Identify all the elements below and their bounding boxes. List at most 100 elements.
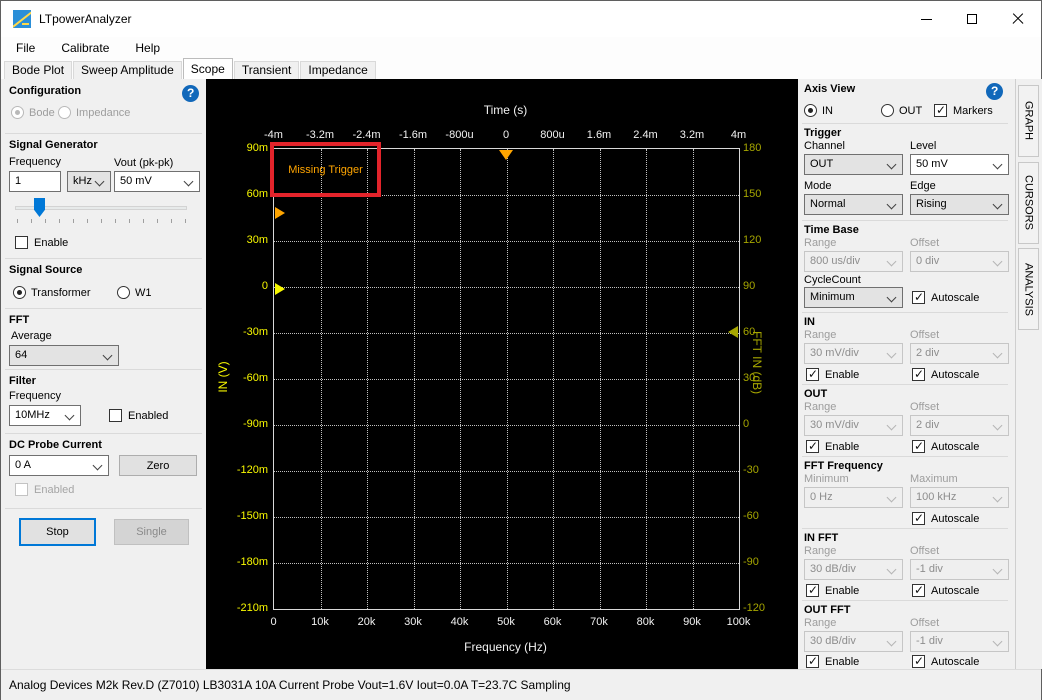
stop-button[interactable]: Stop bbox=[19, 518, 96, 546]
trigger-time-marker[interactable] bbox=[499, 150, 513, 160]
divider bbox=[802, 312, 1008, 313]
side-tab-column: GRAPH CURSORS ANALYSIS bbox=[1015, 79, 1042, 669]
frequency-tick-label: 70k bbox=[590, 616, 608, 628]
maximize-button[interactable] bbox=[949, 1, 995, 37]
menu-item-file[interactable]: File bbox=[16, 41, 35, 55]
radio-axis-out[interactable]: OUT bbox=[881, 104, 922, 117]
minimize-button[interactable] bbox=[903, 1, 949, 37]
in-fft-autoscale-checkbox[interactable]: Autoscale bbox=[912, 584, 979, 597]
tab-transient[interactable]: Transient bbox=[234, 61, 300, 79]
grid-line bbox=[600, 149, 601, 609]
menu-item-help[interactable]: Help bbox=[135, 41, 160, 55]
dc-probe-current-select[interactable]: 0 A bbox=[9, 455, 109, 476]
radio-impedance-circle bbox=[58, 106, 71, 119]
frequency-label: Frequency bbox=[9, 156, 61, 168]
in-enable-checkbox[interactable]: Enable bbox=[806, 368, 859, 381]
configuration-help-icon[interactable] bbox=[182, 85, 199, 102]
radio-w1-label: W1 bbox=[135, 287, 152, 299]
markers-checkbox[interactable]: Markers bbox=[934, 104, 993, 117]
in-fft-enable-checkbox[interactable]: Enable bbox=[806, 584, 859, 597]
vout-select[interactable]: 50 mV bbox=[114, 171, 200, 192]
radio-transformer[interactable]: Transformer bbox=[13, 286, 91, 299]
fft-frequency-autoscale-checkbox[interactable]: Autoscale bbox=[912, 512, 979, 525]
chevron-down-icon bbox=[887, 637, 897, 647]
side-tab-analysis[interactable]: ANALYSIS bbox=[1018, 248, 1039, 330]
fft-tick-label: 180 bbox=[743, 142, 761, 154]
offset-label: Offset bbox=[910, 237, 939, 249]
in-tick-label: 0 bbox=[210, 280, 268, 292]
frequency-tick-label: 10k bbox=[311, 616, 329, 628]
divider bbox=[802, 123, 1008, 124]
time-tick-label: 800u bbox=[540, 129, 564, 141]
scope-plot[interactable]: Time (s) Frequency (Hz) IN (V) FFT IN (d… bbox=[206, 79, 798, 669]
side-tab-graph[interactable]: GRAPH bbox=[1018, 85, 1039, 157]
trigger-level-select[interactable]: 50 mV bbox=[910, 154, 1009, 175]
frequency-tick-label: 40k bbox=[451, 616, 469, 628]
radio-w1[interactable]: W1 bbox=[117, 286, 152, 299]
close-button[interactable] bbox=[995, 1, 1041, 37]
frequency-input[interactable]: 1 bbox=[9, 171, 61, 192]
trigger-edge-select[interactable]: Rising bbox=[910, 194, 1009, 215]
trigger-mode-select[interactable]: Normal bbox=[804, 194, 903, 215]
radio-impedance[interactable]: Impedance bbox=[58, 106, 130, 119]
chevron-down-icon bbox=[887, 257, 897, 267]
tab-bode-plot[interactable]: Bode Plot bbox=[4, 61, 72, 79]
zero-button[interactable]: Zero bbox=[119, 455, 197, 476]
side-tab-cursors[interactable]: CURSORS bbox=[1018, 162, 1039, 244]
fft-heading: FFT bbox=[9, 314, 29, 326]
out-enable-checkbox[interactable]: Enable bbox=[806, 440, 859, 453]
range-label: Range bbox=[804, 237, 836, 249]
chevron-down-icon bbox=[993, 421, 1003, 431]
menu-item-calibrate[interactable]: Calibrate bbox=[61, 41, 109, 55]
radio-bode[interactable]: Bode bbox=[11, 106, 55, 119]
fft-offset-marker[interactable] bbox=[728, 326, 738, 338]
out-range-select: 30 mV/div bbox=[804, 415, 903, 436]
single-button: Single bbox=[114, 519, 189, 545]
radio-in-label: IN bbox=[822, 105, 833, 117]
checkbox-box bbox=[912, 291, 925, 304]
radio-bode-label: Bode bbox=[29, 107, 55, 119]
checkbox-box bbox=[912, 440, 925, 453]
chevron-down-icon bbox=[887, 349, 897, 359]
trigger-level-marker[interactable] bbox=[275, 207, 285, 219]
filter-frequency-select[interactable]: 10MHz bbox=[9, 405, 81, 426]
time-base-heading: Time Base bbox=[804, 224, 859, 236]
in-autoscale-checkbox[interactable]: Autoscale bbox=[912, 368, 979, 381]
filter-enabled-checkbox[interactable]: Enabled bbox=[109, 409, 168, 422]
fft-min-select: 0 Hz bbox=[804, 487, 903, 508]
time-tick-label: 2.4m bbox=[633, 129, 657, 141]
checkbox-label: Enable bbox=[825, 369, 859, 381]
frequency-unit-select[interactable]: kHz bbox=[67, 171, 111, 192]
out-autoscale-checkbox[interactable]: Autoscale bbox=[912, 440, 979, 453]
frequency-slider-thumb[interactable] bbox=[34, 198, 45, 217]
fft-tick-label: -30 bbox=[743, 464, 759, 476]
fft-average-select[interactable]: 64 bbox=[9, 345, 119, 366]
checkbox-label: Enabled bbox=[128, 410, 168, 422]
chevron-down-icon bbox=[887, 200, 897, 210]
chevron-down-icon bbox=[887, 160, 897, 170]
in-zero-marker[interactable] bbox=[275, 283, 285, 295]
in-fft-range-select: 30 dB/div bbox=[804, 559, 903, 580]
radio-axis-in[interactable]: IN bbox=[804, 104, 833, 117]
divider bbox=[5, 369, 202, 370]
axis-view-help-icon[interactable] bbox=[986, 83, 1003, 100]
range-label: Range bbox=[804, 617, 836, 629]
chevron-down-icon bbox=[95, 177, 105, 187]
tab-impedance[interactable]: Impedance bbox=[300, 61, 375, 79]
trigger-channel-select[interactable]: OUT bbox=[804, 154, 903, 175]
chevron-down-icon bbox=[993, 493, 1003, 503]
minimize-icon bbox=[921, 19, 932, 20]
edge-label: Edge bbox=[910, 180, 936, 192]
out-fft-enable-checkbox[interactable]: Enable bbox=[806, 655, 859, 668]
checkbox-label: Markers bbox=[953, 105, 993, 117]
generator-enable-checkbox[interactable]: Enable bbox=[15, 236, 68, 249]
out-fft-autoscale-checkbox[interactable]: Autoscale bbox=[912, 655, 979, 668]
chevron-down-icon bbox=[993, 160, 1003, 170]
tab-scope[interactable]: Scope bbox=[183, 58, 233, 79]
time-base-autoscale-checkbox[interactable]: Autoscale bbox=[912, 291, 979, 304]
tab-sweep-amplitude[interactable]: Sweep Amplitude bbox=[73, 61, 182, 79]
checkbox-label: Enable bbox=[825, 441, 859, 453]
frequency-tick-label: 20k bbox=[358, 616, 376, 628]
cyclecount-select[interactable]: Minimum bbox=[804, 287, 903, 308]
status-text: Analog Devices M2k Rev.D (Z7010) LB3031A… bbox=[9, 678, 571, 692]
